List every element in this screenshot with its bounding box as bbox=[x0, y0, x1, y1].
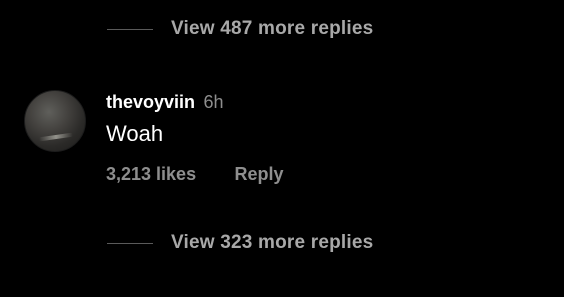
comment-header: thevoyviin 6h bbox=[106, 92, 224, 113]
view-more-replies-bottom[interactable]: View 323 more replies bbox=[107, 232, 373, 254]
username-link[interactable]: thevoyviin bbox=[106, 92, 195, 112]
avatar[interactable] bbox=[24, 90, 86, 152]
comment-timestamp: 6h bbox=[203, 92, 224, 112]
reply-button[interactable]: Reply bbox=[235, 164, 284, 184]
view-more-replies-label[interactable]: View 323 more replies bbox=[171, 232, 373, 254]
divider-line bbox=[107, 28, 153, 30]
comment-text: Woah bbox=[106, 121, 164, 146]
comment-actions: 3,213 likes Reply bbox=[106, 164, 284, 185]
view-more-replies-top[interactable]: View 487 more replies bbox=[107, 18, 373, 40]
view-more-replies-label[interactable]: View 487 more replies bbox=[171, 18, 373, 40]
comment-item: thevoyviin 6h Woah 3,213 likes Reply bbox=[24, 90, 544, 190]
comments-panel: View 487 more replies thevoyviin 6h Woah… bbox=[0, 0, 564, 297]
likes-count[interactable]: 3,213 likes bbox=[106, 164, 196, 184]
divider-line bbox=[107, 242, 153, 244]
avatar-image-detail bbox=[38, 132, 74, 142]
